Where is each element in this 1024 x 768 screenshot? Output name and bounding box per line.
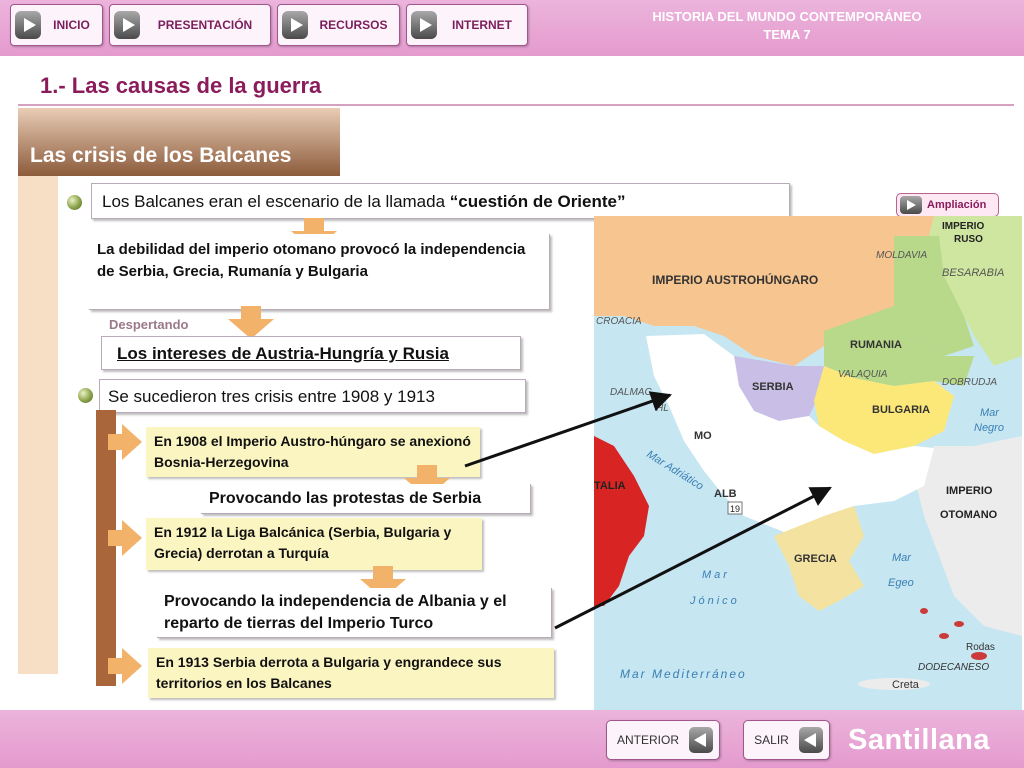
point1-text: Los Balcanes eran el escenario de la lla… [102,191,625,212]
map-label-italia: TALIA [594,480,626,492]
nav-inicio-label: INICIO [53,18,90,32]
map-label-jonico-2: Jónico [689,595,740,607]
map-label-valaquia: VALAQUIA [838,369,888,380]
map-label-dobrudja: DOBRUDJA [942,377,997,388]
map-label-grecia: GRECIA [794,553,837,565]
intereses-box: Los intereses de Austria-Hungría y Rusia [101,336,521,370]
map-label-austro: IMPERIO AUSTROHÚNGARO [652,272,818,287]
map-label-dodecaneso: DODECANESO [918,662,989,673]
map-label-rodas: Rodas [966,642,995,653]
map-label-hl: HL [656,403,669,414]
ampliacion-button[interactable]: Ampliación [896,193,999,217]
map-label-mar-negro-2: Negro [974,422,1004,434]
nav-inicio-button[interactable]: INICIO [10,4,103,46]
crisis-1912-text: En 1912 la Liga Balcánica (Serbia, Bulga… [154,524,452,561]
sidebar-decor-strip [18,176,58,674]
nav-presentacion-label: PRESENTACIÓN [157,18,253,32]
independencia-text: Provocando la independencia de Albania y… [164,593,507,632]
right-arrow-icon [108,648,142,684]
down-arrow-icon [228,306,274,339]
play-icon [15,11,41,39]
intereses-text: Los intereses de Austria-Hungría y Rusia [117,344,449,363]
point1-bold: “cuestión de Oriente” [449,192,626,211]
island-dodecaneso [939,633,949,639]
course-title-line1: HISTORIA DEL MUNDO CONTEMPORÁNEO [652,9,922,24]
independencia-box: Provocando la independencia de Albania y… [157,588,552,638]
back-arrow-icon [689,727,713,753]
map-label-rumania: RUMANIA [850,339,902,351]
nav-internet-button[interactable]: INTERNET [406,4,528,46]
nav-presentacion-button[interactable]: PRESENTACIÓN [109,4,271,46]
nav-recursos-label: RECURSOS [319,18,388,32]
bullet-icon [78,388,93,403]
play-icon [411,11,437,39]
crisis-1913-text: En 1913 Serbia derrota a Bulgaria y engr… [156,654,502,691]
island-dodecaneso [954,621,964,627]
map-label-creta: Creta [892,679,920,691]
map-label-alb: ALB [714,488,737,500]
despertando-label: Despertando [109,317,189,332]
nav-recursos-button[interactable]: RECURSOS [277,4,400,46]
brand-logo: Santillana [848,724,990,756]
point1-box: Los Balcanes eran el escenario de la lla… [91,183,790,219]
map-label-egeo-1: Mar [892,552,912,564]
debilidad-text: La debilidad del imperio otomano provocó… [97,241,526,280]
anterior-button[interactable]: ANTERIOR [606,720,720,760]
map-label-besarabia: BESARABIA [942,267,1004,279]
play-icon [282,11,308,39]
crisis-1912-box: En 1912 la Liga Balcánica (Serbia, Bulga… [146,518,482,570]
map-label-serbia: SERBIA [752,381,794,393]
protestas-text: Provocando las protestas de Serbia [209,490,482,507]
salir-label: SALIR [754,733,789,747]
anterior-label: ANTERIOR [616,733,679,747]
map-graphic: IMPERIO RUSO MOLDAVIA BESARABIA IMPERIO … [594,216,1022,710]
play-icon [114,11,140,39]
map-label-imperio-ruso-2: RUSO [954,234,983,245]
protestas-box: Provocando las protestas de Serbia [201,484,531,514]
point2-box: Se sucedieron tres crisis entre 1908 y 1… [99,379,526,413]
point1-plain: Los Balcanes eran el escenario de la lla… [102,192,450,211]
section-tab: Las crisis de los Balcanes [18,108,340,176]
map-label-dalmac: DALMAC [610,387,652,398]
slide-title: 1.- Las causas de la guerra [40,73,322,98]
map-label-jonico-1: Mar [702,569,730,581]
map-label-mar-negro-1: Mar [980,407,1000,419]
map-label-bulgaria: BULGARIA [872,404,930,416]
island-rodas [971,652,987,660]
right-arrow-icon [108,520,142,556]
map-label-croacia: CROACIA [596,316,642,327]
map-label-otomano-2: OTOMANO [940,509,998,521]
map-label-19: 19 [730,504,740,514]
back-arrow-icon [799,727,823,753]
map-label-otomano-1: IMPERIO [946,485,993,497]
salir-button[interactable]: SALIR [743,720,830,760]
map-label-moldavia: MOLDAVIA [876,250,927,261]
play-icon [900,196,922,214]
title-divider [18,104,1014,106]
map-label-imperio-ruso-1: IMPERIO [942,221,984,232]
crisis-1913-box: En 1913 Serbia derrota a Bulgaria y engr… [148,648,554,698]
right-arrow-icon [108,424,142,460]
ampliacion-label: Ampliación [927,199,987,211]
island-dodecaneso [920,608,928,614]
bullet-icon [67,195,82,210]
point2-text: Se sucedieron tres crisis entre 1908 y 1… [108,387,435,406]
map-label-egeo-2: Egeo [888,577,914,589]
course-title-line2: TEMA 7 [763,27,811,42]
balkans-map: IMPERIO RUSO MOLDAVIA BESARABIA IMPERIO … [594,216,1022,710]
map-label-mo: MO [694,430,712,442]
nav-internet-label: INTERNET [452,18,512,32]
course-title: HISTORIA DEL MUNDO CONTEMPORÁNEO TEMA 7 [560,8,1014,44]
debilidad-box: La debilidad del imperio otomano provocó… [89,234,550,310]
map-label-mediterraneo: Mar Mediterráneo [620,667,747,681]
section-tab-label: Las crisis de los Balcanes [30,144,292,167]
